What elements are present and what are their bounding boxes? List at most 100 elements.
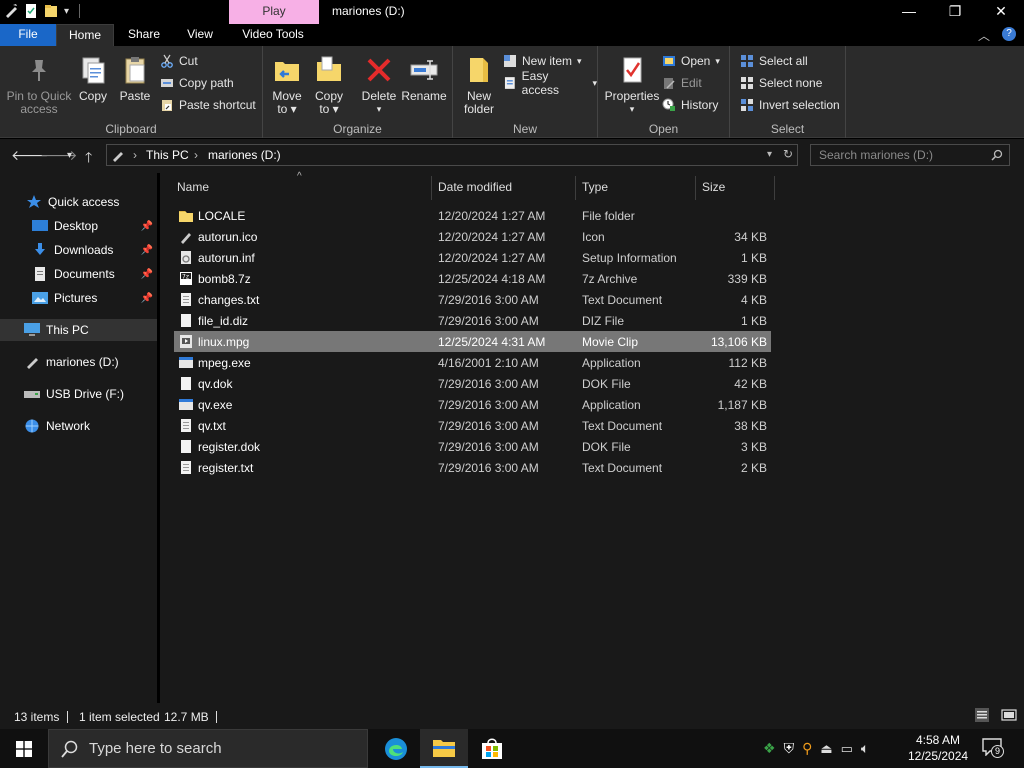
new-group: New folder New item ▾ Easy access ▾ New	[453, 46, 598, 138]
copy-button[interactable]: Copy	[74, 54, 112, 103]
rename-icon	[410, 60, 438, 80]
tab-video-tools[interactable]: Video Tools	[240, 24, 306, 46]
image-file-icon	[181, 233, 191, 244]
select-all-button[interactable]: Select all	[740, 51, 808, 71]
invert-selection-button[interactable]: Invert selection	[740, 95, 840, 115]
notification-center-button[interactable]: 9	[982, 738, 1006, 760]
file-type: Icon	[582, 230, 605, 244]
column-divider[interactable]	[575, 176, 576, 200]
tab-file[interactable]: File	[0, 24, 56, 46]
move-to-button[interactable]: Move to ▾	[269, 54, 305, 116]
help-icon[interactable]: ?	[1002, 27, 1016, 41]
volume-icon[interactable]: 🔈︎	[861, 740, 869, 757]
edit-button[interactable]: Edit	[662, 73, 702, 93]
security-shield-icon[interactable]: ⛨	[784, 740, 795, 757]
select-none-button[interactable]: Select none	[740, 73, 822, 93]
column-divider[interactable]	[431, 176, 432, 200]
open-icon	[663, 56, 675, 66]
file-row[interactable]: 7z bomb8.7z 12/25/2024 4:18 AM 7z Archive 33…	[174, 268, 771, 289]
file-row[interactable]: qv.exe 7/29/2016 3:00 AM Application 1,187 …	[174, 394, 771, 415]
maximize-button[interactable]: ❐	[932, 0, 978, 24]
paste-shortcut-button[interactable]: Paste shortcut	[160, 95, 256, 115]
magnifier-icon[interactable]: ⚲	[802, 740, 812, 757]
breadcrumb-this-pc[interactable]: This PC	[146, 148, 189, 162]
new-item-button[interactable]: New item ▾	[503, 51, 582, 71]
column-divider[interactable]	[695, 176, 696, 200]
taskbar-store-app[interactable]	[468, 729, 516, 768]
clipboard-group: Pin to Quick access Copy Paste Cut Copy …	[0, 46, 263, 138]
new-folder-icon[interactable]	[44, 3, 58, 19]
file-row[interactable]: qv.txt 7/29/2016 3:00 AM Text Document 38 K…	[174, 415, 771, 436]
file-type: Application	[582, 356, 641, 370]
properties-icon[interactable]	[24, 3, 38, 19]
close-button[interactable]: ✕	[978, 0, 1024, 24]
column-divider[interactable]	[774, 176, 775, 200]
file-row[interactable]: autorun.inf 12/20/2024 1:27 AM Setup Infor…	[174, 247, 771, 268]
pin-to-quick-access-button[interactable]: Pin to Quick access	[6, 54, 72, 116]
file-row[interactable]: changes.txt 7/29/2016 3:00 AM Text Documen…	[174, 289, 771, 310]
open-group-label: Open	[648, 122, 679, 136]
refresh-icon[interactable]: ↻	[783, 147, 793, 161]
large-icons-view-icon[interactable]	[1001, 708, 1017, 725]
taskbar-search-box[interactable]: Type here to search	[48, 729, 368, 768]
start-button[interactable]	[0, 729, 48, 768]
new-folder-button[interactable]: New folder	[459, 54, 499, 116]
nav-this-pc[interactable]: This PC	[0, 319, 157, 341]
nav-desktop[interactable]: Desktop 📌	[0, 215, 157, 237]
network-status-icon[interactable]: ▭	[841, 741, 853, 757]
up-arrow-icon[interactable]: 🡑	[85, 147, 92, 171]
nav-quick-access[interactable]: Quick access	[0, 191, 157, 213]
open-button[interactable]: Open ▾	[662, 51, 720, 71]
delete-button[interactable]: Delete ▾	[359, 54, 399, 116]
nav-pictures[interactable]: Pictures 📌	[0, 287, 157, 309]
file-name: LOCALE	[198, 209, 246, 223]
usb-eject-icon[interactable]: ⏏	[820, 741, 832, 757]
file-row[interactable]: LOCALE 12/20/2024 1:27 AM File folder	[174, 205, 771, 226]
cut-button[interactable]: Cut	[160, 51, 198, 71]
breadcrumb-drive[interactable]: mariones (D:)	[208, 148, 281, 162]
column-header-size[interactable]: Size	[702, 180, 725, 194]
file-row[interactable]: register.dok 7/29/2016 3:00 AM DOK File 3 K…	[174, 436, 771, 457]
file-row[interactable]: register.txt 7/29/2016 3:00 AM Text Docume…	[174, 457, 771, 478]
collapse-ribbon-icon[interactable]: ︿	[978, 27, 990, 44]
details-view-icon[interactable]	[975, 708, 989, 725]
taskbar-file-explorer-app[interactable]	[420, 729, 468, 768]
nav-network-label: Network	[46, 419, 91, 433]
column-header-name[interactable]: Name	[177, 180, 209, 194]
easy-access-button[interactable]: Easy access ▾	[503, 69, 597, 97]
file-row[interactable]: autorun.ico 12/20/2024 1:27 AM Icon 34 KB	[174, 226, 771, 247]
minimize-button[interactable]: —	[886, 0, 932, 24]
recent-locations-icon[interactable]: ▾	[67, 150, 72, 161]
column-header-date-modified[interactable]: Date modified	[438, 180, 512, 194]
star-icon	[27, 195, 41, 208]
file-row[interactable]: file_id.diz 7/29/2016 3:00 AM DIZ File 1 KB	[174, 310, 771, 331]
nav-drive-d[interactable]: mariones (D:)	[0, 351, 157, 373]
tab-home[interactable]: Home	[56, 24, 114, 46]
taskbar-edge-app[interactable]	[372, 729, 420, 768]
file-row[interactable]: mpeg.exe 4/16/2001 2:10 AM Application 112 …	[174, 352, 771, 373]
nav-network[interactable]: Network	[0, 415, 157, 437]
tab-share[interactable]: Share	[128, 24, 160, 46]
nav-downloads[interactable]: Downloads 📌	[0, 239, 157, 261]
paste-button[interactable]: Paste	[116, 54, 154, 103]
nav-documents[interactable]: Documents 📌	[0, 263, 157, 285]
onedrive-sync-icon[interactable]: ❖	[763, 740, 776, 757]
tab-view[interactable]: View	[186, 24, 214, 46]
tab-play[interactable]: Play	[229, 0, 319, 24]
drive-icon[interactable]	[4, 3, 18, 19]
toolbar-divider	[79, 4, 81, 18]
column-header-type[interactable]: Type	[582, 180, 608, 194]
copy-path-button[interactable]: Copy path	[160, 73, 234, 93]
file-row[interactable]: qv.dok 7/29/2016 3:00 AM DOK File 42 KB	[174, 373, 771, 394]
search-box[interactable]: Search mariones (D:)	[810, 144, 1010, 166]
copy-to-button[interactable]: Copy to ▾	[311, 54, 347, 116]
customize-quick-access-icon[interactable]: ▾	[64, 6, 69, 17]
nav-usb-drive[interactable]: USB Drive (F:)	[0, 383, 157, 405]
properties-button[interactable]: Properties ▾	[603, 54, 661, 116]
address-bar[interactable]: › This PC › mariones (D:) ▾ ↻	[106, 144, 798, 166]
rename-button[interactable]: Rename	[401, 54, 447, 103]
taskbar-clock[interactable]: 4:58 AM 12/25/2024	[908, 732, 968, 764]
history-button[interactable]: History	[662, 95, 718, 115]
address-dropdown-icon[interactable]: ▾	[767, 149, 772, 160]
file-row[interactable]: linux.mpg 12/25/2024 4:31 AM Movie Clip 13,…	[174, 331, 771, 352]
